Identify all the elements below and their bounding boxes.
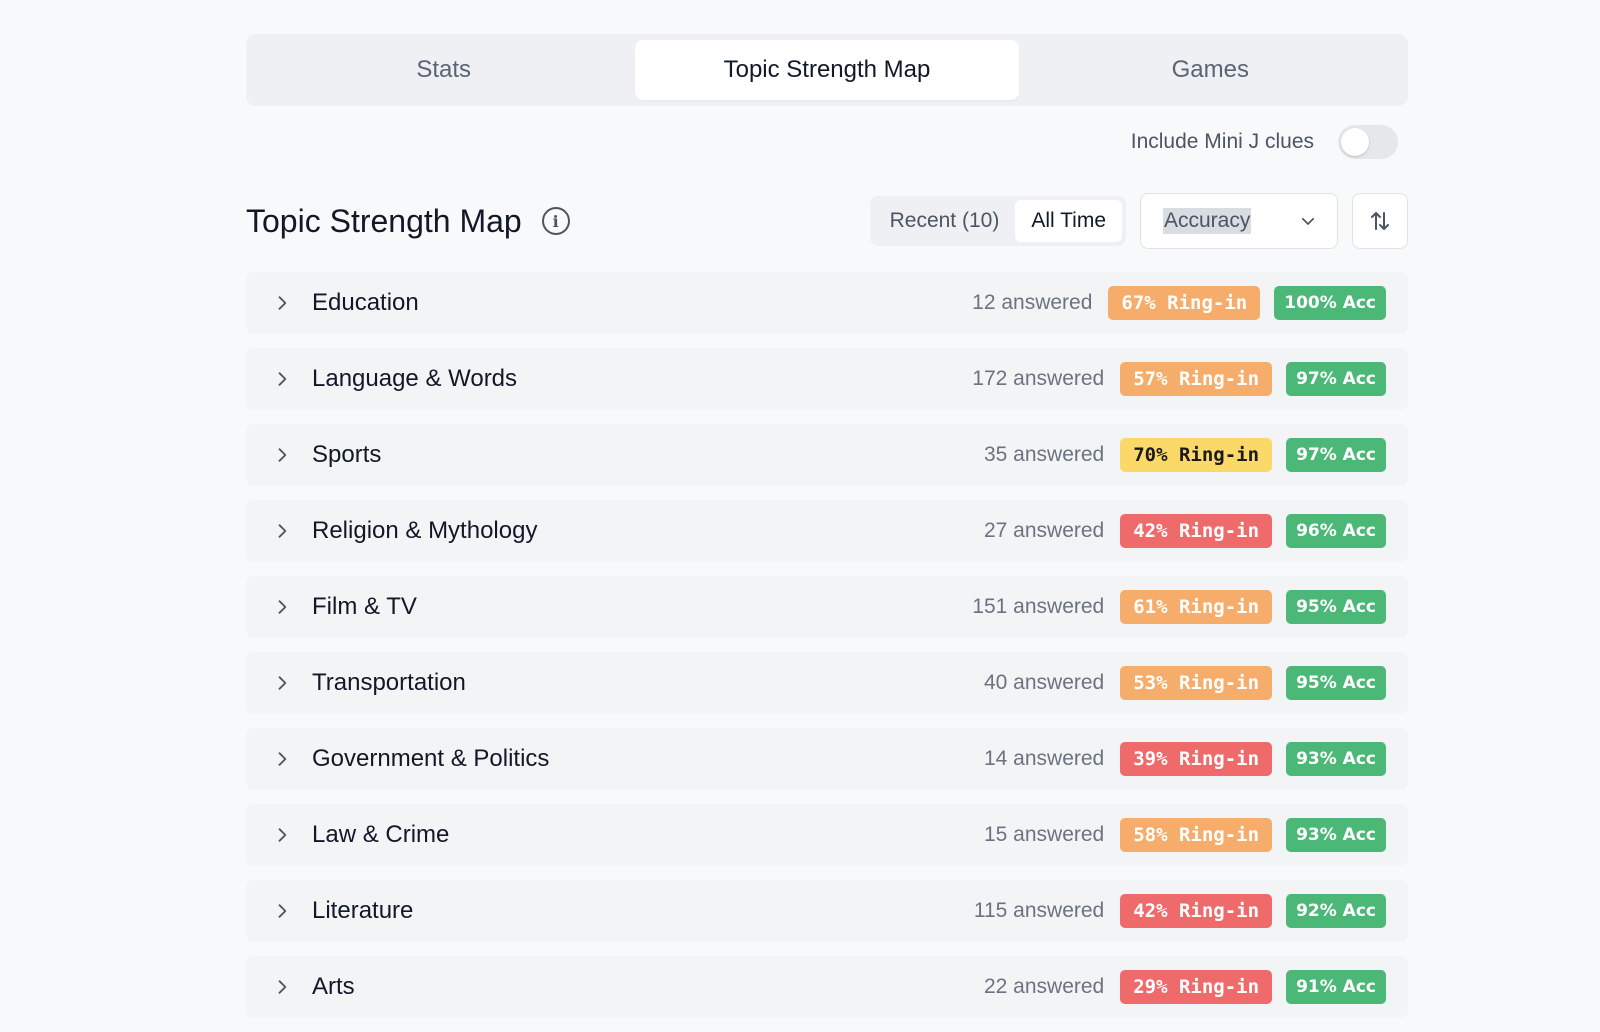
- mini-j-toggle-label: Include Mini J clues: [1130, 130, 1314, 153]
- answered-count: 35 answered: [983, 443, 1105, 466]
- chevron-right-icon: [278, 448, 287, 462]
- topic-row[interactable]: Education 12 answered 67% Ring-in 100% A…: [246, 272, 1408, 334]
- answered-count: 14 answered: [983, 747, 1105, 770]
- range-recent-button[interactable]: Recent (10): [874, 200, 1016, 242]
- sort-arrows-icon: [1371, 212, 1389, 230]
- ring-in-badge: 39% Ring-in: [1120, 742, 1273, 776]
- chevron-right-icon: [278, 980, 287, 994]
- topic-row[interactable]: Sports 35 answered 70% Ring-in 97% Acc: [246, 424, 1408, 486]
- accuracy-badge: 93% Acc: [1286, 818, 1386, 852]
- answered-count: 12 answered: [972, 291, 1093, 314]
- ring-in-badge: 42% Ring-in: [1120, 894, 1273, 928]
- tab-bar: Stats Topic Strength Map Games: [246, 34, 1408, 106]
- time-range-toggle: Recent (10) All Time: [869, 196, 1126, 246]
- tab-games[interactable]: Games: [1019, 40, 1402, 100]
- chevron-right-icon: [278, 752, 287, 766]
- chevron-right-icon: [278, 296, 287, 310]
- title-group: Topic Strength Map i: [246, 203, 570, 240]
- chevron-right-icon: [278, 904, 287, 918]
- page-title: Topic Strength Map: [246, 202, 522, 239]
- answered-count: 27 answered: [983, 519, 1105, 542]
- section-header: Topic Strength Map i Recent (10) All Tim…: [246, 186, 1408, 256]
- chevron-right-icon: [278, 524, 287, 538]
- sort-metric-select[interactable]: Accuracy: [1140, 193, 1338, 249]
- accuracy-badge: 95% Acc: [1286, 590, 1386, 624]
- answered-count: 15 answered: [983, 823, 1105, 846]
- topic-name: Government & Politics: [312, 745, 550, 772]
- stats-panel: Stats Topic Strength Map Games Include M…: [246, 34, 1408, 1032]
- accuracy-badge: 100% Acc: [1274, 286, 1386, 320]
- topic-row[interactable]: Religion & Mythology 27 answered 42% Rin…: [246, 500, 1408, 562]
- accuracy-badge: 93% Acc: [1286, 742, 1386, 776]
- mini-j-toggle-switch[interactable]: [1338, 125, 1398, 159]
- topic-name: Film & TV: [312, 593, 417, 620]
- range-all-time-button[interactable]: All Time: [1015, 200, 1122, 242]
- answered-count: 115 answered: [973, 899, 1105, 922]
- topic-name: Religion & Mythology: [312, 517, 538, 544]
- tab-stats[interactable]: Stats: [252, 40, 635, 100]
- ring-in-badge: 57% Ring-in: [1120, 362, 1273, 396]
- topic-name: Language & Words: [312, 365, 518, 392]
- topic-row[interactable]: Transportation 40 answered 53% Ring-in 9…: [246, 652, 1408, 714]
- sort-direction-button[interactable]: [1352, 193, 1408, 249]
- answered-count: 151 answered: [972, 595, 1105, 618]
- topic-name: Education: [312, 289, 419, 316]
- topic-name: Literature: [312, 897, 414, 924]
- chevron-right-icon: [278, 600, 287, 614]
- answered-count: 40 answered: [983, 671, 1105, 694]
- accuracy-badge: 96% Acc: [1286, 514, 1386, 548]
- topic-row[interactable]: Film & TV 151 answered 61% Ring-in 95% A…: [246, 576, 1408, 638]
- ring-in-badge: 70% Ring-in: [1120, 438, 1273, 472]
- topic-list: Education 12 answered 67% Ring-in 100% A…: [246, 272, 1408, 1018]
- accuracy-badge: 97% Acc: [1286, 362, 1386, 396]
- sort-metric-value: Accuracy: [1163, 208, 1252, 234]
- topic-row[interactable]: Language & Words 172 answered 57% Ring-i…: [246, 348, 1408, 410]
- accuracy-badge: 91% Acc: [1286, 970, 1386, 1004]
- ring-in-badge: 29% Ring-in: [1120, 970, 1273, 1004]
- header-controls: Recent (10) All Time Accuracy: [869, 193, 1408, 249]
- chevron-right-icon: [278, 676, 287, 690]
- ring-in-badge: 58% Ring-in: [1120, 818, 1273, 852]
- topic-row[interactable]: Law & Crime 15 answered 58% Ring-in 93% …: [246, 804, 1408, 866]
- accuracy-badge: 92% Acc: [1286, 894, 1386, 928]
- topic-name: Law & Crime: [312, 821, 450, 848]
- accuracy-badge: 95% Acc: [1286, 666, 1386, 700]
- answered-count: 172 answered: [972, 367, 1105, 390]
- accuracy-badge: 97% Acc: [1286, 438, 1386, 472]
- topic-row[interactable]: Arts 22 answered 29% Ring-in 91% Acc: [246, 956, 1408, 1018]
- topic-name: Sports: [312, 441, 382, 468]
- toggle-knob: [1341, 128, 1369, 156]
- topic-row[interactable]: Literature 115 answered 42% Ring-in 92% …: [246, 880, 1408, 942]
- ring-in-badge: 67% Ring-in: [1108, 286, 1261, 320]
- topic-name: Transportation: [312, 669, 466, 696]
- tab-topic-strength-map[interactable]: Topic Strength Map: [635, 40, 1019, 100]
- ring-in-badge: 61% Ring-in: [1120, 590, 1273, 624]
- answered-count: 22 answered: [983, 975, 1105, 998]
- info-icon[interactable]: i: [541, 207, 570, 235]
- ring-in-badge: 53% Ring-in: [1120, 666, 1273, 700]
- topic-name: Arts: [312, 973, 355, 1000]
- ring-in-badge: 42% Ring-in: [1120, 514, 1273, 548]
- chevron-right-icon: [278, 372, 287, 386]
- mini-j-toggle-row: Include Mini J clues: [246, 106, 1408, 178]
- chevron-right-icon: [278, 828, 287, 842]
- chevron-down-icon: [1301, 217, 1315, 225]
- topic-row[interactable]: Government & Politics 14 answered 39% Ri…: [246, 728, 1408, 790]
